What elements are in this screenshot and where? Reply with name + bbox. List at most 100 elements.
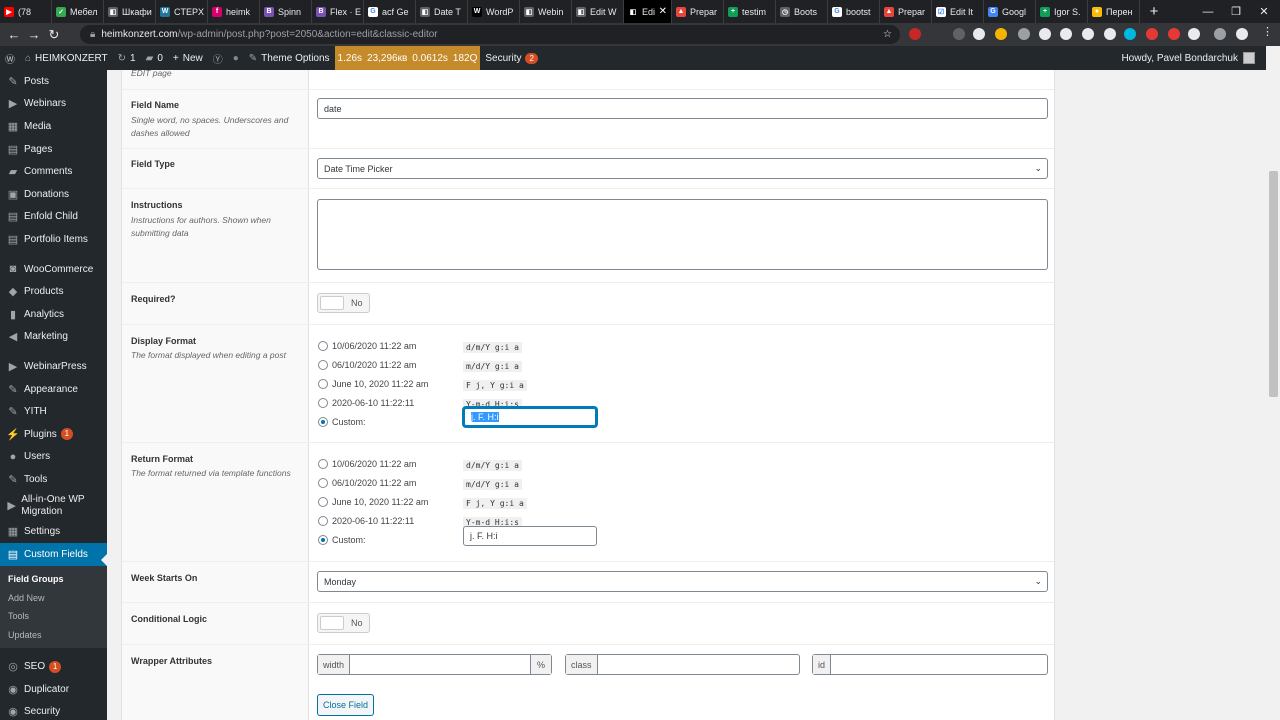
- browser-tab[interactable]: Gbootst: [828, 0, 880, 23]
- scrollbar-thumb[interactable]: [1269, 171, 1278, 397]
- instructions-textarea[interactable]: [317, 199, 1048, 270]
- browser-tab[interactable]: ▲ Prepar: [672, 0, 724, 23]
- extension-icon[interactable]: [995, 28, 1007, 40]
- browser-tab[interactable]: W CTEPX: [156, 0, 208, 23]
- browser-tab[interactable]: B Spinn: [260, 0, 312, 23]
- sidebar-item-plugins[interactable]: ⚡ Plugins 1: [0, 423, 107, 446]
- display-format-custom-input[interactable]: j. F. H:i: [463, 407, 597, 427]
- extension-icon[interactable]: [1104, 28, 1116, 40]
- sidebar-item-posts[interactable]: ✎ Posts: [0, 70, 107, 93]
- field-name-input[interactable]: date: [317, 98, 1048, 119]
- conditional-logic-toggle[interactable]: No: [317, 613, 370, 633]
- return-format-option[interactable]: June 10, 2020 11:22 am: [318, 497, 428, 507]
- query-monitor-bar[interactable]: 1.26s 23,296кв 0.0612s 182Q: [334, 46, 481, 70]
- submenu-item-field-groups[interactable]: Field Groups: [0, 570, 107, 589]
- browser-tab[interactable]: ▶ (78: [0, 0, 52, 23]
- close-window-icon[interactable]: ✕: [1250, 0, 1278, 23]
- wp-logo-icon[interactable]: Ⓦ: [0, 46, 20, 70]
- wrapper-id-input[interactable]: id: [812, 654, 1048, 675]
- theme-options-link[interactable]: ✎ Theme Options: [244, 46, 335, 70]
- security-link[interactable]: Security 2: [480, 46, 543, 70]
- close-field-button[interactable]: Close Field: [317, 694, 374, 716]
- sidebar-item-comments[interactable]: ▰ Comments: [0, 160, 107, 183]
- browser-tab[interactable]: G Googl: [984, 0, 1036, 23]
- browser-tab[interactable]: ◧ Webin: [520, 0, 572, 23]
- extension-icon[interactable]: [1214, 28, 1226, 40]
- browser-tab[interactable]: + testim: [724, 0, 776, 23]
- sidebar-item-duplicator[interactable]: ◉ Duplicator: [0, 678, 107, 701]
- browser-tab[interactable]: B Flex · E: [312, 0, 364, 23]
- extension-icon[interactable]: [1146, 28, 1158, 40]
- radio-button[interactable]: [318, 360, 328, 370]
- return-format-custom-option[interactable]: Custom:: [318, 535, 366, 545]
- forward-icon[interactable]: →: [24, 27, 44, 42]
- field-type-select[interactable]: Date Time Picker ⌄: [317, 158, 1048, 179]
- extension-icon[interactable]: [953, 28, 965, 40]
- minimize-icon[interactable]: —: [1194, 0, 1222, 23]
- sidebar-item-yith[interactable]: ✎ YITH: [0, 400, 107, 423]
- sidebar-item-analytics[interactable]: ▮ Analytics: [0, 303, 107, 326]
- extension-icon[interactable]: [909, 28, 921, 40]
- profile-avatar[interactable]: [1236, 28, 1248, 40]
- sidebar-item-portfolio-items[interactable]: ▤ Portfolio Items: [0, 228, 107, 251]
- sidebar-item-enfold-child[interactable]: ▤ Enfold Child: [0, 206, 107, 229]
- browser-menu-icon[interactable]: ⋮: [1262, 25, 1274, 38]
- address-bar[interactable]: 🔒︎ heimkonzert.com/wp-admin/post.php?pos…: [80, 25, 900, 44]
- yoast-icon[interactable]: Ⓨ: [208, 46, 228, 70]
- browser-tab[interactable]: f heimk: [208, 0, 260, 23]
- radio-button[interactable]: [318, 478, 328, 488]
- submenu-item-add-new[interactable]: Add New: [0, 588, 107, 607]
- sidebar-item-users[interactable]: ● Users: [0, 446, 107, 469]
- sidebar-item-webinars[interactable]: ▶ Webinars: [0, 93, 107, 116]
- updates-link[interactable]: ↻ 1: [113, 46, 141, 70]
- extension-icon[interactable]: [1168, 28, 1180, 40]
- radio-button[interactable]: [318, 379, 328, 389]
- browser-tab[interactable]: ◧ Шкафи: [104, 0, 156, 23]
- browser-tab[interactable]: ◧ Edi ✕: [624, 0, 672, 23]
- browser-tab[interactable]: + Igor S.: [1036, 0, 1088, 23]
- week-starts-select[interactable]: Monday ⌄: [317, 571, 1048, 592]
- display-format-custom-option[interactable]: Custom:: [318, 417, 366, 427]
- browser-tab[interactable]: ◷ Boots: [776, 0, 828, 23]
- submenu-item-tools[interactable]: Tools: [0, 607, 107, 626]
- return-format-option[interactable]: 2020-06-10 11:22:11: [318, 516, 414, 526]
- wrapper-class-input[interactable]: class: [565, 654, 800, 675]
- restore-icon[interactable]: ❐: [1222, 0, 1250, 23]
- return-format-option[interactable]: 10/06/2020 11:22 am: [318, 459, 416, 469]
- submenu-item-updates[interactable]: Updates: [0, 626, 107, 645]
- radio-button[interactable]: [318, 497, 328, 507]
- status-dot-icon[interactable]: ●: [228, 46, 244, 70]
- wrapper-width-input[interactable]: width%: [317, 654, 552, 675]
- sidebar-item-pages[interactable]: ▤ Pages: [0, 138, 107, 161]
- new-content-link[interactable]: + New: [168, 46, 208, 70]
- sidebar-item-all-in-one-wp-migration[interactable]: ▶ All-in-One WP Migration: [0, 491, 107, 521]
- sidebar-item-custom-fields[interactable]: ▤ Custom Fields: [0, 543, 107, 566]
- browser-tab[interactable]: ☑ Edit It: [932, 0, 984, 23]
- sidebar-item-products[interactable]: ◆ Products: [0, 280, 107, 303]
- new-tab-button[interactable]: +: [1140, 3, 1168, 20]
- browser-tab[interactable]: ● Перен: [1088, 0, 1140, 23]
- display-format-option[interactable]: 2020-06-10 11:22:11: [318, 398, 414, 408]
- sidebar-item-webinarpress[interactable]: ▶ WebinarPress: [0, 355, 107, 378]
- display-format-option[interactable]: 06/10/2020 11:22 am: [318, 360, 416, 370]
- extension-icon[interactable]: [1124, 28, 1136, 40]
- site-name-link[interactable]: ⌂ HEIMKONZERT: [20, 46, 113, 70]
- browser-tab[interactable]: W WordP: [468, 0, 520, 23]
- return-format-custom-input[interactable]: j. F. H:i: [463, 526, 597, 546]
- comments-link[interactable]: ▰ 0: [141, 46, 168, 70]
- sidebar-item-media[interactable]: ▦ Media: [0, 115, 107, 138]
- display-format-option[interactable]: June 10, 2020 11:22 am: [318, 379, 428, 389]
- extension-icon[interactable]: [973, 28, 985, 40]
- extension-icon[interactable]: [1018, 28, 1030, 40]
- browser-tab[interactable]: ▲ Prepar: [880, 0, 932, 23]
- radio-button[interactable]: [318, 398, 328, 408]
- return-format-option[interactable]: 06/10/2020 11:22 am: [318, 478, 416, 488]
- close-tab-icon[interactable]: ✕: [659, 6, 667, 17]
- extension-icon[interactable]: [1188, 28, 1200, 40]
- browser-tab[interactable]: ◧ Date T: [416, 0, 468, 23]
- sidebar-item-tools[interactable]: ✎ Tools: [0, 468, 107, 491]
- sidebar-item-woocommerce[interactable]: ◙ WooCommerce: [0, 258, 107, 281]
- sidebar-item-donations[interactable]: ▣ Donations: [0, 183, 107, 206]
- radio-button[interactable]: [318, 459, 328, 469]
- extension-icon[interactable]: [1082, 28, 1094, 40]
